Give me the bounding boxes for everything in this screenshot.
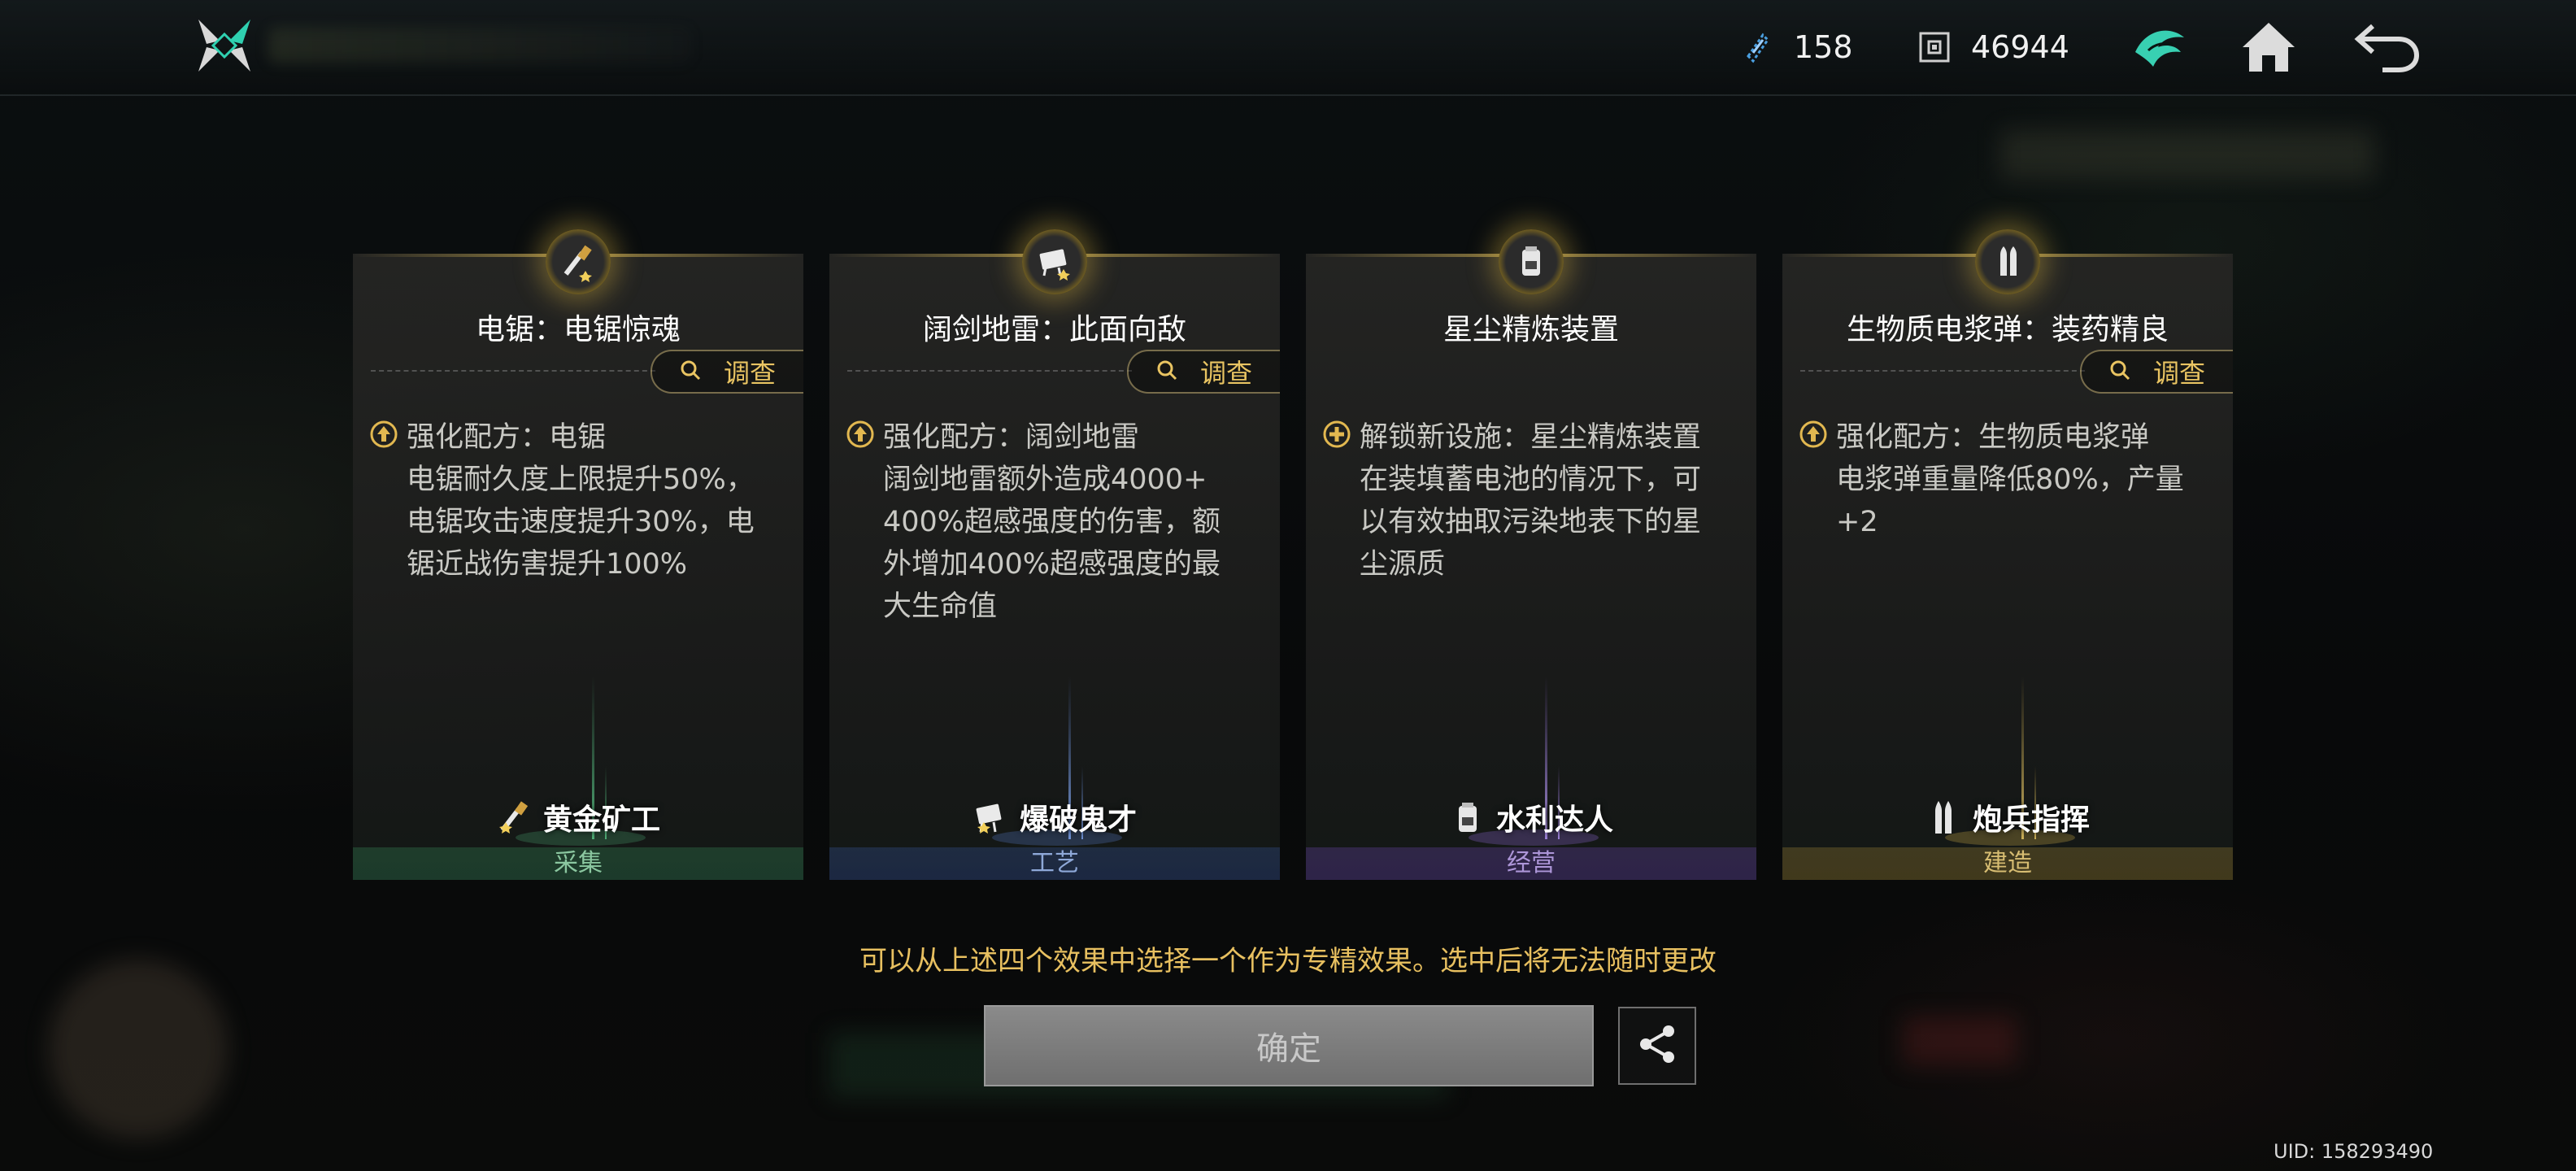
confirm-label: 确定 <box>1256 1030 1321 1068</box>
specialization-card-claymore[interactable]: 阔剑地雷：此面向敌 调查 强化配方：阔剑地雷 阔剑地雷额外造成4000+ 400… <box>829 229 1280 880</box>
category-label: 经营 <box>1306 847 1756 880</box>
search-icon <box>680 356 701 387</box>
investigate-button[interactable]: 调查 <box>2080 350 2233 394</box>
upgrade-icon <box>846 420 875 449</box>
water-tank-icon <box>1449 798 1488 837</box>
top-bar: 158 46944 <box>0 0 2576 96</box>
chainsaw-icon <box>496 798 535 837</box>
investigate-label: 调查 <box>2152 358 2205 389</box>
role-name: 水利达人 <box>1495 803 1613 837</box>
category-label: 工艺 <box>829 847 1280 880</box>
investigate-button[interactable]: 调查 <box>651 350 803 394</box>
resource-currency: 46944 <box>1916 23 2069 72</box>
role-name: 黄金矿工 <box>542 803 660 837</box>
effect-description: 强化配方：电锯 电锯耐久度上限提升50%， 电锯攻击速度提升30%，电 锯近战伤… <box>369 416 792 586</box>
claymore-icon <box>973 798 1012 837</box>
search-icon <box>1156 356 1177 387</box>
card-title: 阔剑地雷：此面向敌 <box>922 313 1186 346</box>
divider <box>847 370 1132 372</box>
effect-text: 强化配方：电锯 电锯耐久度上限提升50%， 电锯攻击速度提升30%，电 锯近战伤… <box>407 421 755 581</box>
background-scenery <box>49 960 228 1138</box>
role-badge: 炮兵指挥 <box>1782 796 2233 838</box>
effect-text: 强化配方：阔剑地雷 阔剑地雷额外造成4000+ 400%超感强度的伤害，额 外增… <box>883 421 1221 623</box>
claymore-medal-icon <box>1022 229 1087 294</box>
investigate-label: 调查 <box>1199 358 1252 389</box>
specialization-card-plasma-shell[interactable]: 生物质电浆弹：装药精良 调查 强化配方：生物质电浆弹 电浆弹重量降低80%，产量… <box>1782 229 2233 880</box>
category-label: 采集 <box>353 847 803 880</box>
game-screen: 158 46944 电锯：电锯惊魂 调查 强化配方：电锯 电锯耐久度上限提升50… <box>0 0 2576 1171</box>
tab-bar <box>268 28 691 63</box>
role-name: 爆破鬼才 <box>1019 803 1137 837</box>
card-title: 电锯：电锯惊魂 <box>475 313 681 346</box>
share-button[interactable] <box>1618 1007 1696 1085</box>
role-name: 炮兵指挥 <box>1972 803 2090 837</box>
effect-text: 强化配方：生物质电浆弹 电浆弹重量降低80%，产量 +2 <box>1836 421 2184 538</box>
cube-currency-icon <box>1916 28 1953 66</box>
background-scenery <box>2000 130 2374 179</box>
investigate-label: 调查 <box>723 358 776 389</box>
specialization-card-chainsaw[interactable]: 电锯：电锯惊魂 调查 强化配方：电锯 电锯耐久度上限提升50%， 电锯攻击速度提… <box>353 229 803 880</box>
crystal-shard-icon <box>1738 28 1776 66</box>
selection-hint: 可以从上述四个效果中选择一个作为专精效果。选中后将无法随时更改 <box>859 945 1717 977</box>
unlock-plus-icon <box>1322 420 1351 449</box>
effect-description: 强化配方：阔剑地雷 阔剑地雷额外造成4000+ 400%超感强度的伤害，额 外增… <box>846 416 1268 628</box>
effect-description: 解锁新设施：星尘精炼装置 在装填蓄电池的情况下，可 以有效抽取污染地表下的星 尘… <box>1322 416 1745 586</box>
user-id: UID: 158293490 <box>2274 1140 2434 1163</box>
share-icon <box>1634 1021 1680 1070</box>
currency-count: 46944 <box>1971 29 2069 65</box>
crystal-count: 158 <box>1794 29 1853 65</box>
role-badge: 爆破鬼才 <box>829 796 1280 838</box>
divider <box>371 370 655 372</box>
artillery-shell-icon <box>1925 798 1965 837</box>
category-label: 建造 <box>1782 847 2233 880</box>
emblem-icon[interactable] <box>2126 13 2194 81</box>
background-scenery <box>1903 1016 2017 1065</box>
resource-crystal: 158 <box>1738 23 1853 72</box>
shell-medal-icon <box>1975 229 2040 294</box>
divider <box>1800 370 2085 372</box>
home-icon[interactable] <box>2234 13 2303 81</box>
refinery-medal-icon <box>1499 229 1564 294</box>
investigate-button[interactable]: 调查 <box>1127 350 1280 394</box>
role-badge: 水利达人 <box>1306 796 1756 838</box>
effect-description: 强化配方：生物质电浆弹 电浆弹重量降低80%，产量 +2 <box>1799 416 2221 543</box>
role-badge: 黄金矿工 <box>353 796 803 838</box>
effect-text: 解锁新设施：星尘精炼装置 在装填蓄电池的情况下，可 以有效抽取污染地表下的星 尘… <box>1360 421 1702 581</box>
search-icon <box>2109 356 2130 387</box>
card-title: 星尘精炼装置 <box>1442 313 1619 346</box>
logo-icon[interactable] <box>195 16 254 75</box>
back-icon[interactable] <box>2353 13 2422 81</box>
card-title: 生物质电浆弹：装药精良 <box>1846 313 2169 346</box>
confirm-button[interactable]: 确定 <box>984 1005 1594 1086</box>
upgrade-icon <box>369 420 398 449</box>
specialization-card-stardust-refinery[interactable]: 星尘精炼装置 解锁新设施：星尘精炼装置 在装填蓄电池的情况下，可 以有效抽取污染… <box>1306 229 1756 880</box>
upgrade-icon <box>1799 420 1828 449</box>
chainsaw-medal-icon <box>546 229 611 294</box>
